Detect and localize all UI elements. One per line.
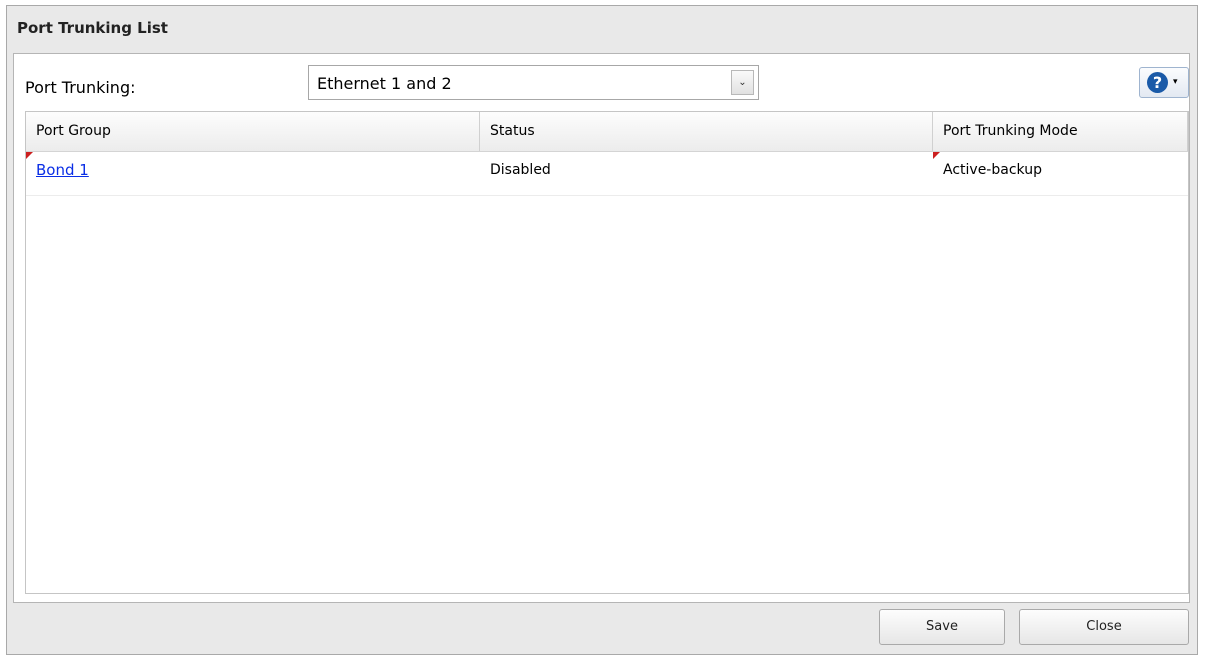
table-row[interactable]: Bond 1 Disabled Active-backup (26, 152, 1188, 196)
port-trunking-dialog: Port Trunking List ? ▾ Port Trunking: Et… (6, 5, 1198, 655)
mode-value: Active-backup (943, 162, 1042, 178)
chevron-down-icon: ▾ (1173, 77, 1178, 87)
column-header-mode[interactable]: Port Trunking Mode (933, 112, 1188, 151)
column-header-status[interactable]: Status (480, 112, 933, 151)
column-header-port-group[interactable]: Port Group (26, 112, 480, 151)
bond-link[interactable]: Bond 1 (36, 161, 89, 179)
modified-marker (933, 152, 940, 159)
cell-mode: Active-backup (933, 152, 1188, 195)
port-trunking-label: Port Trunking: (25, 78, 136, 97)
close-button[interactable]: Close (1019, 609, 1189, 645)
modified-marker (26, 152, 33, 159)
select-value: Ethernet 1 and 2 (317, 74, 452, 93)
help-button[interactable]: ? ▾ (1139, 67, 1189, 98)
save-button[interactable]: Save (879, 609, 1005, 645)
dialog-title: Port Trunking List (17, 19, 168, 37)
port-trunking-select[interactable]: Ethernet 1 and 2 ⌄ (308, 65, 759, 100)
dropdown-arrow-icon[interactable]: ⌄ (731, 70, 754, 95)
cell-status: Disabled (490, 162, 551, 178)
table-header: Port Group Status Port Trunking Mode (26, 112, 1188, 152)
cell-port-group: Bond 1 (26, 152, 480, 195)
question-icon: ? (1147, 72, 1168, 93)
port-group-table: Port Group Status Port Trunking Mode Bon… (25, 111, 1189, 594)
